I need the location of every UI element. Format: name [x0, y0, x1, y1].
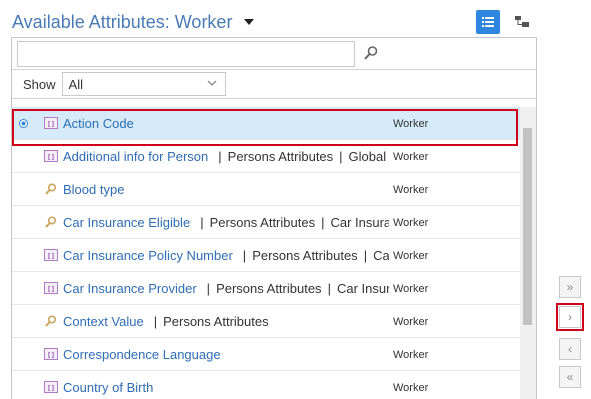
- move-all-right-button[interactable]: »: [559, 276, 581, 298]
- selected-radio-icon: [19, 119, 28, 128]
- attribute-name-link[interactable]: Additional info for Person: [63, 149, 208, 164]
- separator: |: [363, 248, 368, 263]
- lookup-search-icon: [44, 315, 58, 327]
- list-item[interactable]: [ ] Action Code Worker: [12, 107, 520, 140]
- filter-bar: Show All: [12, 69, 536, 99]
- attribute-icon: [ ]: [44, 249, 58, 261]
- row-label: Car Insurance Eligible | Persons Attribute…: [63, 206, 389, 239]
- svg-text:[ ]: [ ]: [48, 155, 54, 161]
- attribute-owner: Worker: [393, 216, 429, 229]
- separator: |: [327, 281, 331, 296]
- scrollbar-thumb[interactable]: [523, 128, 532, 325]
- list-view-button[interactable]: [476, 10, 500, 34]
- attribute-name-link[interactable]: Blood type: [63, 182, 124, 197]
- attribute-name-link[interactable]: Context Value: [63, 314, 144, 329]
- row-label: Correspondence Language: [63, 338, 389, 371]
- vertical-scrollbar[interactable]: [520, 107, 536, 399]
- svg-text:[ ]: [ ]: [48, 353, 54, 359]
- lookup-search-icon: [44, 216, 58, 228]
- attribute-name-link[interactable]: Car Insurance Policy Number: [63, 248, 233, 263]
- title-dropdown-icon[interactable]: [244, 19, 255, 25]
- move-right-button[interactable]: ›: [559, 306, 581, 328]
- attribute-detail: Car Insuran: [336, 281, 389, 296]
- svg-text:[ ]: [ ]: [48, 254, 54, 260]
- attribute-name-link[interactable]: Car Insurance Eligible: [63, 215, 190, 230]
- separator: |: [206, 281, 211, 296]
- list-view-icon: [482, 17, 494, 27]
- attribute-icon: [ ]: [44, 117, 58, 129]
- attribute-detail: Persons Attributes: [216, 281, 322, 296]
- list-item[interactable]: Blood type Worker: [12, 173, 520, 206]
- attribute-detail: Car Insuranc: [330, 215, 389, 230]
- list-item[interactable]: [ ] Car Insurance Provider | Persons Attrib…: [12, 272, 520, 305]
- hierarchy-view-button[interactable]: [510, 10, 534, 34]
- attribute-owner: Worker: [393, 183, 429, 196]
- attribute-name-link[interactable]: Car Insurance Provider: [63, 281, 197, 296]
- separator: |: [321, 215, 325, 230]
- attribute-detail: Car In: [373, 248, 389, 263]
- list-item[interactable]: [ ] Correspondence Language Worker: [12, 338, 520, 371]
- show-label: Show: [23, 76, 56, 92]
- list-item[interactable]: Car Insurance Eligible | Persons Attribute…: [12, 206, 520, 239]
- separator: |: [339, 149, 343, 164]
- list-item[interactable]: [ ] Car Insurance Policy Number | Persons A…: [12, 239, 520, 272]
- attribute-owner: Worker: [393, 117, 429, 130]
- row-label: Additional info for Person | Persons Attri…: [63, 140, 389, 173]
- attribute-owner: Worker: [393, 381, 429, 394]
- row-label: Context Value | Persons Attributes: [63, 305, 389, 338]
- attribute-name-link[interactable]: Country of Birth: [63, 380, 153, 395]
- attribute-list: [ ] Action Code Worker [ ] Additional info f…: [12, 107, 520, 399]
- attribute-owner: Worker: [393, 150, 429, 163]
- attribute-name-link[interactable]: Correspondence Language: [63, 347, 221, 362]
- attribute-detail: Persons Attributes: [227, 149, 334, 164]
- separator: |: [218, 149, 222, 164]
- move-all-left-button[interactable]: «: [559, 366, 581, 388]
- list-item[interactable]: [ ] Additional info for Person | Persons At…: [12, 140, 520, 173]
- hierarchy-view-icon: [515, 16, 529, 27]
- row-label: Action Code: [63, 107, 389, 140]
- attribute-icon: [ ]: [44, 348, 58, 360]
- separator: |: [242, 248, 247, 263]
- lookup-search-icon: [44, 183, 58, 195]
- show-select-value: All: [68, 76, 83, 92]
- chevron-down-icon: [207, 80, 216, 86]
- list-item[interactable]: Context Value | Persons Attributes Worker: [12, 305, 520, 338]
- attribute-icon: [ ]: [44, 150, 58, 162]
- attribute-detail: Persons Attributes: [252, 248, 358, 263]
- list-item[interactable]: [ ] Country of Birth Worker: [12, 371, 520, 399]
- separator: |: [153, 314, 158, 329]
- attribute-icon: [ ]: [44, 282, 58, 294]
- attribute-detail: Global D: [348, 149, 389, 164]
- available-attributes-panel: Show All [ ] Action Code Worker [ ] Addition…: [11, 37, 537, 399]
- search-input[interactable]: [17, 41, 355, 67]
- row-label: Country of Birth: [63, 371, 389, 399]
- attribute-owner: Worker: [393, 348, 429, 361]
- attribute-owner: Worker: [393, 249, 429, 262]
- page-title: Available Attributes: Worker: [12, 11, 233, 32]
- attribute-detail: Persons Attributes: [163, 314, 269, 329]
- svg-text:[ ]: [ ]: [48, 122, 54, 128]
- panel-header: Available Attributes: Worker: [12, 10, 255, 34]
- attribute-owner: Worker: [393, 315, 429, 328]
- show-select[interactable]: All: [61, 72, 226, 96]
- row-label: Car Insurance Policy Number | Persons Attr…: [63, 239, 389, 272]
- svg-text:[ ]: [ ]: [48, 287, 54, 293]
- row-label: Blood type: [63, 173, 389, 206]
- separator: |: [200, 215, 204, 230]
- attribute-detail: Persons Attributes: [209, 215, 316, 230]
- attribute-name-link[interactable]: Action Code: [63, 116, 134, 131]
- svg-text:[ ]: [ ]: [48, 386, 54, 392]
- row-label: Car Insurance Provider | Persons Attribute…: [63, 272, 389, 305]
- search-icon[interactable]: [363, 45, 379, 61]
- attribute-owner: Worker: [393, 282, 429, 295]
- move-left-button[interactable]: ‹: [559, 338, 581, 360]
- attribute-icon: [ ]: [44, 381, 58, 393]
